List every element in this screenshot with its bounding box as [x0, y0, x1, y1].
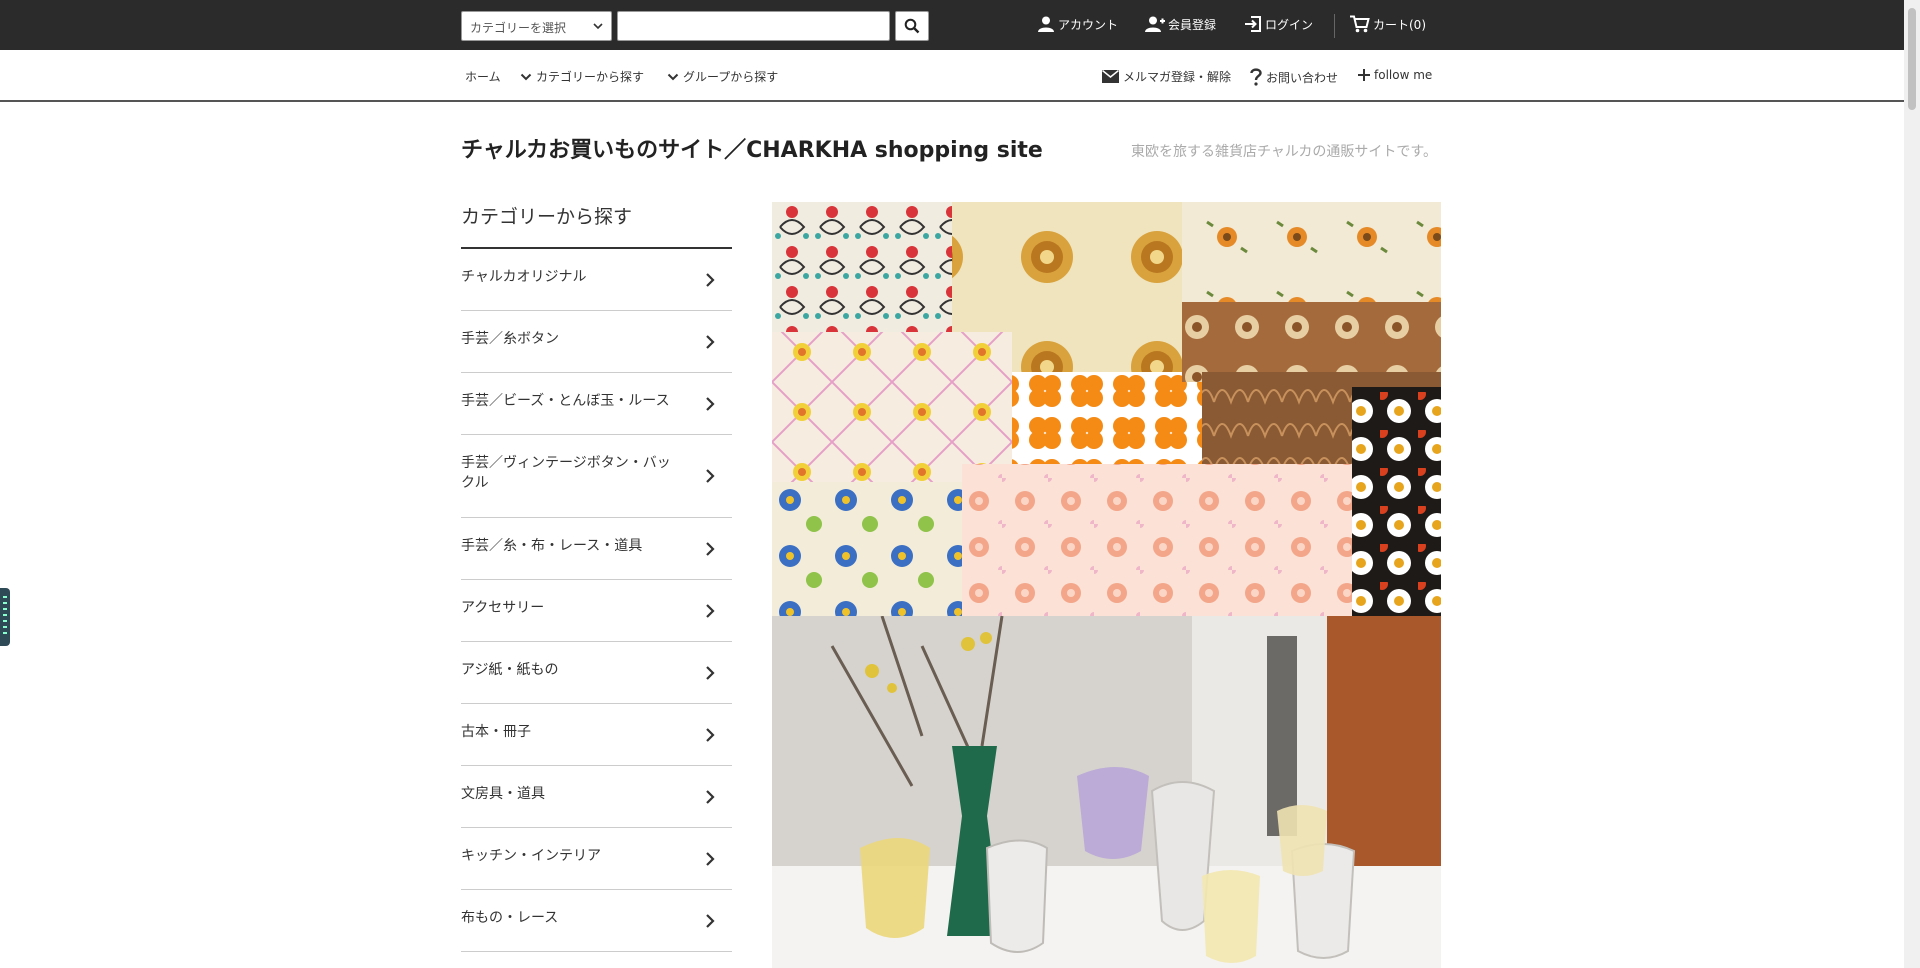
fabric-collage-illustration	[772, 202, 1441, 616]
newsletter-label: メルマガ登録・解除	[1123, 70, 1232, 84]
chevron-right-icon	[706, 913, 715, 928]
side-floating-tab[interactable]	[0, 588, 10, 646]
sidebar-item-thread-buttons[interactable]: 手芸／糸ボタン	[461, 311, 732, 373]
sidebar-item-label: 手芸／ヴィンテージボタン・バックル	[461, 455, 671, 491]
plus-icon	[1358, 69, 1370, 81]
fabric-banner-image[interactable]	[772, 202, 1441, 616]
login-icon	[1245, 16, 1261, 32]
group-menu-label: グループから探す	[683, 70, 779, 84]
chevron-right-icon	[706, 603, 715, 618]
page-scrollbar[interactable]	[1904, 0, 1920, 968]
tab-stripe	[3, 620, 7, 622]
sidebar-heading: カテゴリーから探す	[461, 198, 732, 249]
chevron-right-icon	[706, 396, 715, 411]
follow-label: follow me	[1374, 68, 1433, 82]
sidebar-item-beads[interactable]: 手芸／ビーズ・とんぼ玉・ルース	[461, 373, 732, 435]
chevron-down-icon	[667, 73, 679, 80]
follow-link[interactable]: follow me	[1358, 68, 1432, 82]
sub-nav: ホーム カテゴリーから探す グループから探す メルマガ登録・解除 お問い合わせ …	[0, 50, 1904, 102]
category-menu[interactable]: カテゴリーから探す	[520, 68, 644, 85]
top-bar: カテゴリーを選択 アカウント 会員登録 ログイン カート(0)	[0, 0, 1904, 50]
register-label: 会員登録	[1168, 17, 1217, 32]
sidebar-item-stationery[interactable]: 文房具・道具	[461, 766, 732, 828]
chevron-down-icon	[520, 73, 532, 80]
site-description: 東欧を旅する雑貨店チャルカの通販サイトです。	[1130, 144, 1437, 160]
account-link[interactable]: アカウント	[1037, 15, 1118, 33]
tab-stripe	[3, 608, 7, 610]
site-title[interactable]: チャルカお買いものサイト／CHARKHA shopping site	[461, 132, 1043, 164]
newsletter-link[interactable]: メルマガ登録・解除	[1102, 68, 1231, 85]
category-menu-label: カテゴリーから探す	[536, 70, 645, 84]
home-label: ホーム	[465, 70, 501, 84]
glass-vases-image[interactable]	[772, 616, 1441, 968]
sidebar-item-old-books[interactable]: 古本・冊子	[461, 704, 732, 766]
sidebar-item-charkha-original[interactable]: チャルカオリジナル	[461, 249, 732, 311]
cart-label: カート(0)	[1373, 17, 1426, 32]
top-bar-inner: カテゴリーを選択 アカウント 会員登録 ログイン カート(0)	[461, 0, 1441, 50]
add-user-icon	[1145, 16, 1165, 32]
tab-stripe	[3, 632, 7, 634]
sidebar-item-fabric-lace[interactable]: 布もの・レース	[461, 890, 732, 952]
chevron-right-icon	[706, 334, 715, 349]
login-label: ログイン	[1265, 17, 1314, 32]
sidebar-item-kitchen-interior[interactable]: キッチン・インテリア	[461, 828, 732, 890]
chevron-right-icon	[706, 789, 715, 804]
sidebar-item-label: アクセサリー	[461, 600, 545, 616]
sidebar-item-vintage-buttons[interactable]: 手芸／ヴィンテージボタン・バックル	[461, 435, 732, 518]
sidebar-item-label: 古本・冊子	[461, 724, 531, 740]
login-link[interactable]: ログイン	[1244, 15, 1313, 33]
sidebar-item-label: 手芸／糸・布・レース・道具	[461, 538, 643, 554]
sidebar-item-label: アジ紙・紙もの	[461, 662, 559, 678]
contact-label: お問い合わせ	[1266, 70, 1339, 85]
home-link[interactable]: ホーム	[465, 68, 501, 85]
sidebar-item-label: 布もの・レース	[461, 910, 559, 926]
chevron-right-icon	[706, 665, 715, 680]
sidebar-item-thread-cloth-lace[interactable]: 手芸／糸・布・レース・道具	[461, 518, 732, 580]
top-nav: アカウント 会員登録 ログイン カート(0)	[461, 0, 1441, 50]
user-icon	[1038, 16, 1054, 32]
sidebar-item-paper[interactable]: アジ紙・紙もの	[461, 642, 732, 704]
tab-stripe	[3, 596, 7, 598]
sidebar-item-label: チャルカオリジナル	[461, 269, 587, 285]
sidebar-item-label: 文房具・道具	[461, 786, 545, 802]
question-icon	[1250, 68, 1262, 86]
cart-icon	[1350, 15, 1370, 33]
scrollbar-thumb[interactable]	[1908, 8, 1916, 110]
sidebar-item-label: 手芸／糸ボタン	[461, 331, 559, 347]
chevron-right-icon	[706, 541, 715, 556]
sidebar-item-accessory[interactable]: アクセサリー	[461, 580, 732, 642]
top-nav-divider	[1334, 14, 1335, 38]
sidebar-item-label: キッチン・インテリア	[461, 848, 601, 864]
account-label: アカウント	[1058, 17, 1119, 32]
chevron-right-icon	[706, 272, 715, 287]
sidebar-item-label: 手芸／ビーズ・とんぼ玉・ルース	[461, 393, 670, 409]
contact-link[interactable]: お問い合わせ	[1250, 68, 1338, 86]
mail-icon	[1102, 70, 1119, 83]
cart-link[interactable]: カート(0)	[1350, 15, 1426, 33]
category-sidebar: カテゴリーから探す チャルカオリジナル 手芸／糸ボタン 手芸／ビーズ・とんぼ玉・…	[461, 198, 732, 952]
tab-stripe	[3, 602, 7, 604]
register-link[interactable]: 会員登録	[1145, 15, 1216, 33]
chevron-right-icon	[706, 469, 715, 483]
sub-nav-inner: ホーム カテゴリーから探す グループから探す メルマガ登録・解除 お問い合わせ …	[461, 50, 1441, 100]
chevron-right-icon	[706, 851, 715, 866]
chevron-right-icon	[706, 727, 715, 742]
tab-stripe	[3, 614, 7, 616]
group-menu[interactable]: グループから探す	[667, 68, 778, 85]
glass-vases-illustration	[772, 616, 1441, 968]
tab-stripe	[3, 626, 7, 628]
